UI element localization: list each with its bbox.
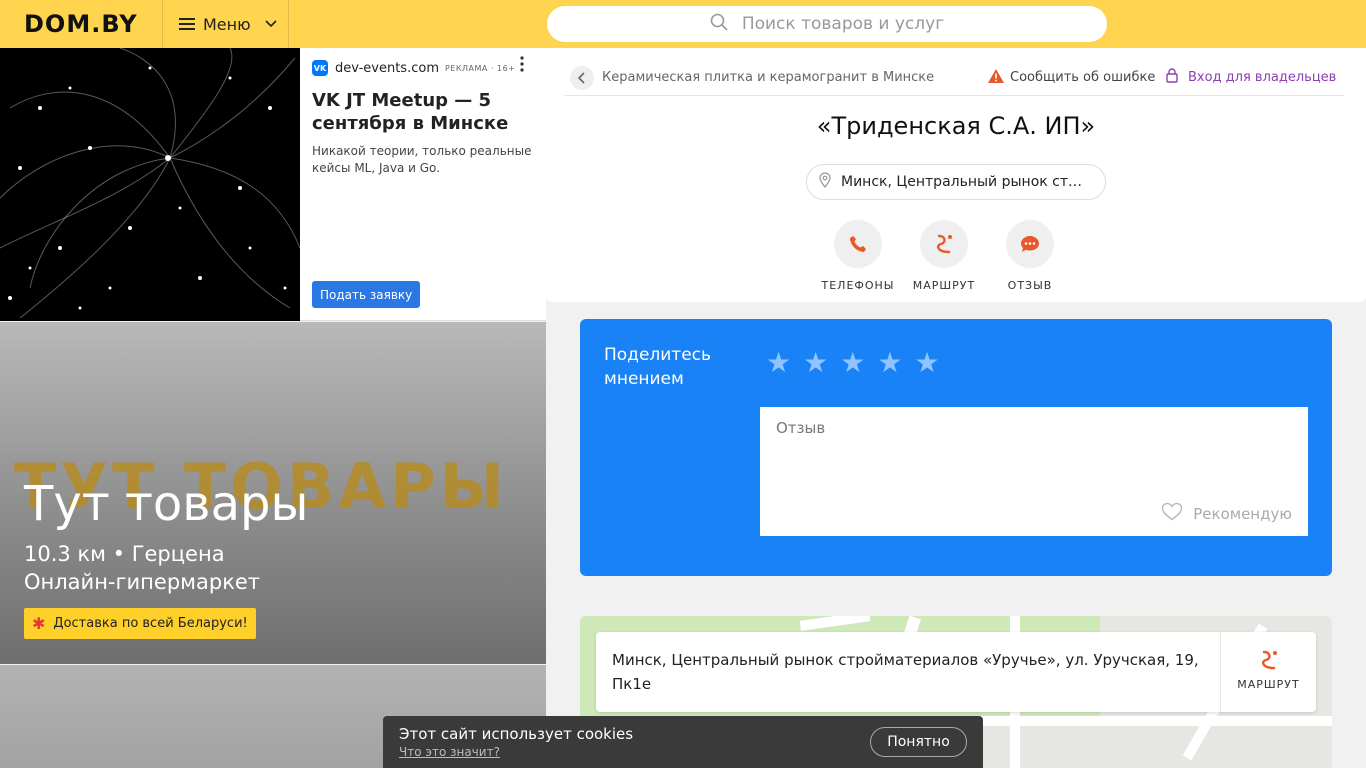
top-header: DOM.BY Меню Поиск товаров и услуг bbox=[0, 0, 1366, 48]
promo-subtitle: 10.3 км • Герцена Онлайн-гипермаркет bbox=[24, 540, 260, 596]
company-card: Керамическая плитка и керамогранит в Мин… bbox=[546, 48, 1366, 302]
owner-login-label: Вход для владельцев bbox=[1188, 70, 1337, 85]
review-form: Поделитесь мнением ★ ★ ★ ★ ★ Отзыв Реком… bbox=[580, 319, 1332, 576]
ad-title[interactable]: VK JT Meetup — 5 сентября в Минске bbox=[312, 89, 536, 135]
review-placeholder: Отзыв bbox=[776, 419, 826, 437]
review-textarea[interactable]: Отзыв Рекомендую bbox=[760, 407, 1308, 536]
star-icon[interactable]: ★ bbox=[803, 349, 828, 377]
vk-logo-icon: VK bbox=[312, 60, 328, 76]
search-placeholder: Поиск товаров и услуг bbox=[741, 14, 945, 34]
lock-icon bbox=[1166, 68, 1178, 87]
heart-icon bbox=[1161, 502, 1183, 526]
map-route-button[interactable]: МАРШРУТ bbox=[1220, 632, 1316, 712]
ad-description: Никакой теории, только реальные кейсы ML… bbox=[312, 144, 532, 175]
star-icon[interactable]: ★ bbox=[914, 349, 939, 377]
phone-icon bbox=[834, 220, 882, 268]
cookie-info-link[interactable]: Что это значит? bbox=[399, 745, 500, 759]
company-name: «Триденская С.А. ИП» bbox=[816, 112, 1096, 140]
breadcrumb: Керамическая плитка и керамогранит в Мин… bbox=[564, 60, 1344, 96]
promo-badge: ✱ Доставка по всей Беларуси! bbox=[24, 608, 256, 639]
site-logo[interactable]: DOM.BY bbox=[24, 10, 138, 38]
warning-icon bbox=[988, 68, 1004, 87]
star-icon[interactable]: ★ bbox=[766, 349, 791, 377]
review-label: ОТЗЫВ bbox=[1007, 279, 1053, 292]
promo-banner[interactable]: ТУТ ТОВАРЫ Тут товары 10.3 км • Герцена … bbox=[0, 322, 546, 664]
route-action[interactable]: МАРШРУТ bbox=[899, 220, 989, 292]
report-error-label: Сообщить об ошибке bbox=[1010, 70, 1156, 85]
ad-image[interactable] bbox=[0, 48, 300, 321]
chevron-down-icon bbox=[265, 17, 277, 31]
map-pin-icon bbox=[819, 172, 831, 192]
route-icon bbox=[1221, 650, 1316, 676]
ad-body[interactable]: VK dev-events.com РЕКЛАМА · 16+ VK JT Me… bbox=[312, 60, 536, 177]
chat-icon bbox=[1006, 220, 1054, 268]
ad-source: VK dev-events.com РЕКЛАМА · 16+ bbox=[312, 60, 536, 76]
ad-banner[interactable]: VK dev-events.com РЕКЛАМА · 16+ VK JT Me… bbox=[0, 48, 546, 321]
map-address-card: Минск, Центральный рынок стройматериалов… bbox=[596, 632, 1316, 712]
asterisk-icon: ✱ bbox=[32, 614, 46, 633]
search-input[interactable]: Поиск товаров и услуг bbox=[547, 6, 1107, 42]
promo-title: Тут товары bbox=[24, 476, 309, 532]
phones-label: ТЕЛЕФОНЫ bbox=[821, 279, 895, 292]
search-icon bbox=[710, 13, 728, 36]
recommend-toggle[interactable]: Рекомендую bbox=[1161, 502, 1292, 526]
cookie-banner: Этот сайт использует cookies Что это зна… bbox=[383, 716, 983, 768]
ad-source-domain: dev-events.com bbox=[335, 60, 439, 76]
cookie-accept-button[interactable]: Понятно bbox=[870, 727, 967, 757]
menu-button[interactable]: Меню bbox=[163, 0, 288, 48]
star-icon[interactable]: ★ bbox=[877, 349, 902, 377]
menu-label: Меню bbox=[203, 14, 251, 34]
ad-apply-button[interactable]: Подать заявку bbox=[312, 281, 421, 308]
map-route-label: МАРШРУТ bbox=[1237, 678, 1300, 691]
promo-badge-text: Доставка по всей Беларуси! bbox=[53, 616, 248, 631]
header-divider bbox=[288, 0, 289, 48]
review-title: Поделитесь мнением bbox=[604, 345, 712, 389]
back-chevron-icon[interactable] bbox=[570, 65, 594, 90]
cookie-text: Этот сайт использует cookies bbox=[399, 725, 634, 743]
owner-login-link[interactable]: Вход для владельцев bbox=[1166, 68, 1336, 87]
star-icon[interactable]: ★ bbox=[840, 349, 865, 377]
route-label: МАРШРУТ bbox=[912, 279, 976, 292]
phones-action[interactable]: ТЕЛЕФОНЫ bbox=[813, 220, 903, 292]
address-pill[interactable]: Минск, Центральный рынок стройматериалов… bbox=[806, 164, 1106, 200]
review-action[interactable]: ОТЗЫВ bbox=[985, 220, 1075, 292]
address-short: Минск, Центральный рынок стройматериалов… bbox=[841, 174, 1086, 190]
route-icon bbox=[920, 220, 968, 268]
rating-stars: ★ ★ ★ ★ ★ bbox=[766, 349, 952, 377]
hamburger-icon bbox=[179, 18, 195, 30]
map-address: Минск, Центральный рынок стройматериалов… bbox=[612, 651, 1199, 693]
promo-description: Онлайн-гипермаркет bbox=[24, 570, 261, 594]
report-error-link[interactable]: Сообщить об ошибке bbox=[988, 68, 1156, 87]
ad-label: РЕКЛАМА · 16+ bbox=[444, 63, 516, 73]
more-vertical-icon[interactable] bbox=[520, 56, 524, 76]
recommend-label: Рекомендую bbox=[1193, 505, 1292, 523]
breadcrumb-category-link[interactable]: Керамическая плитка и керамогранит в Мин… bbox=[602, 70, 934, 85]
promo-distance: 10.3 км • Герцена bbox=[24, 542, 225, 566]
